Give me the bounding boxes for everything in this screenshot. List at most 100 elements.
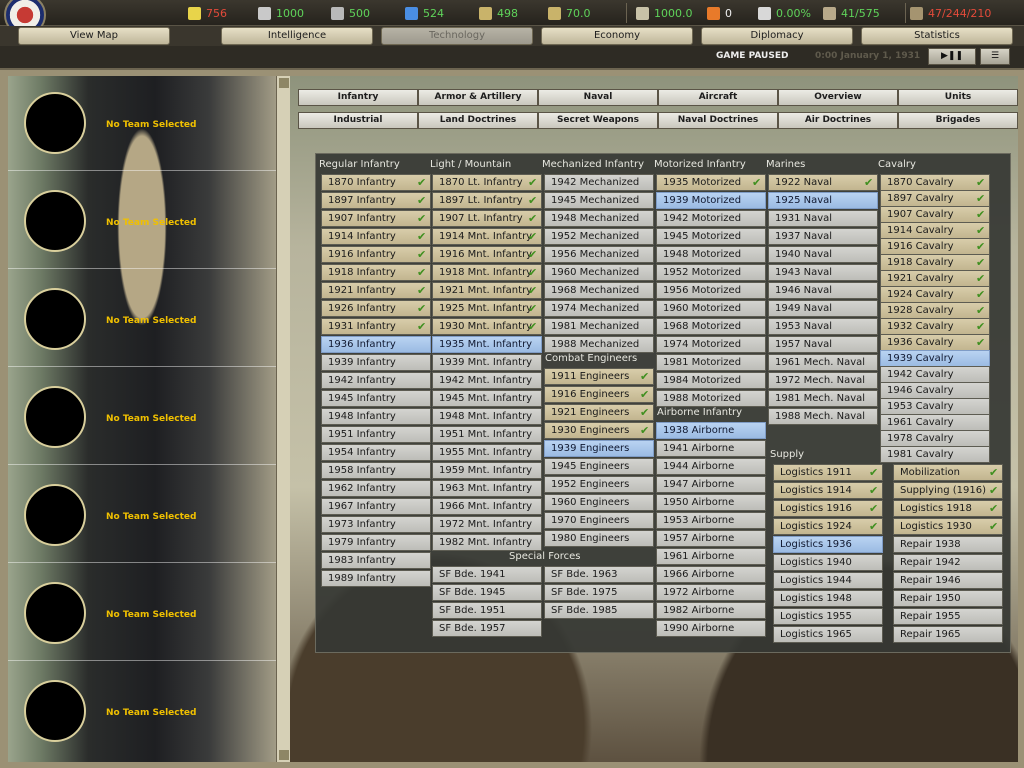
tech-item[interactable]: 1983 Infantry	[321, 552, 431, 569]
tech-item[interactable]: 1939 Motorized	[656, 192, 766, 209]
tech-item[interactable]: 1897 Infantry ✔	[321, 192, 431, 209]
tech-item[interactable]: 1939 Engineers	[544, 440, 654, 457]
tech-item[interactable]: Repair 1950	[893, 590, 1003, 607]
tech-item[interactable]: 1939 Cavalry	[880, 350, 990, 367]
tech-item[interactable]: 1952 Engineers	[544, 476, 654, 493]
tech-item[interactable]: 1990 Airborne	[656, 620, 766, 637]
tech-item[interactable]: 1914 Cavalry ✔	[880, 222, 990, 239]
resource-supplies[interactable]: 498	[479, 5, 518, 21]
tech-item[interactable]: 1982 Mnt. Infantry	[432, 534, 542, 551]
tech-item[interactable]: 1907 Lt. Infantry ✔	[432, 210, 542, 227]
resource-manpower[interactable]: 47/244/210	[910, 5, 991, 21]
category-land-doctrines[interactable]: Land Doctrines	[418, 112, 538, 129]
tech-item[interactable]: 1953 Cavalry	[880, 398, 990, 415]
tech-item[interactable]: 1940 Naval	[768, 246, 878, 263]
tech-item[interactable]: 1942 Mechanized	[544, 174, 654, 191]
tech-item[interactable]: 1959 Mnt. Infantry	[432, 462, 542, 479]
team-slot-6[interactable]	[24, 582, 86, 644]
tech-item[interactable]: 1948 Motorized	[656, 246, 766, 263]
tech-item[interactable]: Logistics 1918 ✔	[893, 500, 1003, 517]
resource-oil[interactable]: 524	[405, 5, 444, 21]
tech-item[interactable]: 1951 Infantry	[321, 426, 431, 443]
tech-item[interactable]: 1963 Mnt. Infantry	[432, 480, 542, 497]
tech-item[interactable]: 1970 Engineers	[544, 512, 654, 529]
tech-item[interactable]: 1914 Infantry ✔	[321, 228, 431, 245]
category-brigades[interactable]: Brigades	[898, 112, 1018, 129]
tech-item[interactable]: 1953 Airborne	[656, 512, 766, 529]
tech-item[interactable]: Repair 1946	[893, 572, 1003, 589]
tech-item[interactable]: Supplying (1916) ✔	[893, 482, 1003, 499]
tech-item[interactable]: Logistics 1911 ✔	[773, 464, 883, 481]
tech-item[interactable]: 1981 Cavalry	[880, 446, 990, 463]
tech-item[interactable]: 1870 Cavalry ✔	[880, 174, 990, 191]
tech-item[interactable]: Logistics 1965	[773, 626, 883, 643]
resource-ic[interactable]: 1000.0	[636, 5, 693, 21]
tech-item[interactable]: 1918 Cavalry ✔	[880, 254, 990, 271]
tech-item[interactable]: SF Bde. 1963	[544, 566, 654, 583]
tech-item[interactable]: 1957 Airborne	[656, 530, 766, 547]
tech-item[interactable]: 1926 Infantry ✔	[321, 300, 431, 317]
tech-item[interactable]: 1961 Cavalry	[880, 414, 990, 431]
resource-rares[interactable]: 500	[331, 5, 370, 21]
tab-economy[interactable]: Economy	[541, 27, 693, 45]
tech-item[interactable]: 1966 Mnt. Infantry	[432, 498, 542, 515]
tech-item[interactable]: 1968 Motorized	[656, 318, 766, 335]
tech-item[interactable]: SF Bde. 1951	[432, 602, 542, 619]
tech-item[interactable]: 1968 Mechanized	[544, 282, 654, 299]
resource-dissent[interactable]: 0	[707, 5, 732, 21]
tech-item[interactable]: Logistics 1930 ✔	[893, 518, 1003, 535]
tech-item[interactable]: SF Bde. 1975	[544, 584, 654, 601]
tech-item[interactable]: 1897 Cavalry ✔	[880, 190, 990, 207]
tech-item[interactable]: Logistics 1948	[773, 590, 883, 607]
tech-item[interactable]: 1914 Mnt. Infantry ✔	[432, 228, 542, 245]
team-slot-3[interactable]	[24, 288, 86, 350]
tech-item[interactable]: 1907 Cavalry ✔	[880, 206, 990, 223]
tech-item[interactable]: 1916 Infantry ✔	[321, 246, 431, 263]
tech-item[interactable]: 1953 Naval	[768, 318, 878, 335]
tech-item[interactable]: 1961 Airborne	[656, 548, 766, 565]
game-menu-button[interactable]: ☰	[980, 48, 1010, 65]
category-secret-weapons[interactable]: Secret Weapons	[538, 112, 658, 129]
tech-item[interactable]: 1945 Engineers	[544, 458, 654, 475]
tech-item[interactable]: 1950 Airborne	[656, 494, 766, 511]
tech-item[interactable]: 1978 Cavalry	[880, 430, 990, 447]
tech-item[interactable]: Mobilization ✔	[893, 464, 1003, 481]
tech-item[interactable]: 1936 Infantry	[321, 336, 431, 353]
tech-item[interactable]: 1943 Naval	[768, 264, 878, 281]
tech-item[interactable]: 1946 Naval	[768, 282, 878, 299]
tech-item[interactable]: 1870 Infantry ✔	[321, 174, 431, 191]
tech-item[interactable]: 1945 Mnt. Infantry	[432, 390, 542, 407]
tech-item[interactable]: 1921 Infantry ✔	[321, 282, 431, 299]
tech-item[interactable]: 1941 Airborne	[656, 440, 766, 457]
category-industrial[interactable]: Industrial	[298, 112, 418, 129]
category-air-doctrines[interactable]: Air Doctrines	[778, 112, 898, 129]
tech-item[interactable]: 1955 Mnt. Infantry	[432, 444, 542, 461]
tech-item[interactable]: 1946 Cavalry	[880, 382, 990, 399]
tech-item[interactable]: 1921 Mnt. Infantry ✔	[432, 282, 542, 299]
tech-item[interactable]: 1956 Mechanized	[544, 246, 654, 263]
tech-item[interactable]: Logistics 1936	[773, 536, 883, 553]
tech-item[interactable]: 1980 Engineers	[544, 530, 654, 547]
tech-item[interactable]: 1954 Infantry	[321, 444, 431, 461]
tab-view-map[interactable]: View Map	[18, 27, 170, 45]
tech-item[interactable]: 1922 Naval ✔	[768, 174, 878, 191]
tech-item[interactable]: 1948 Mechanized	[544, 210, 654, 227]
tech-item[interactable]: 1938 Airborne	[656, 422, 766, 439]
tech-item[interactable]: Repair 1955	[893, 608, 1003, 625]
tech-item[interactable]: 1921 Engineers ✔	[544, 404, 654, 421]
resource-metal[interactable]: 1000	[258, 5, 304, 21]
tab-statistics[interactable]: Statistics	[861, 27, 1013, 45]
resource-energy[interactable]: 756	[188, 5, 227, 21]
scroll-up-icon[interactable]	[279, 78, 289, 88]
tech-item[interactable]: 1966 Airborne	[656, 566, 766, 583]
tech-item[interactable]: 1960 Engineers	[544, 494, 654, 511]
tech-item[interactable]: 1981 Motorized	[656, 354, 766, 371]
tech-item[interactable]: 1925 Mnt. Infantry ✔	[432, 300, 542, 317]
tech-item[interactable]: SF Bde. 1957	[432, 620, 542, 637]
tech-item[interactable]: 1935 Motorized ✔	[656, 174, 766, 191]
tech-item[interactable]: 1907 Infantry ✔	[321, 210, 431, 227]
resource-nuke[interactable]: 0.00%	[758, 5, 811, 21]
resource-money[interactable]: 70.0	[548, 5, 591, 21]
tech-item[interactable]: Repair 1965	[893, 626, 1003, 643]
tech-item[interactable]: SF Bde. 1941	[432, 566, 542, 583]
